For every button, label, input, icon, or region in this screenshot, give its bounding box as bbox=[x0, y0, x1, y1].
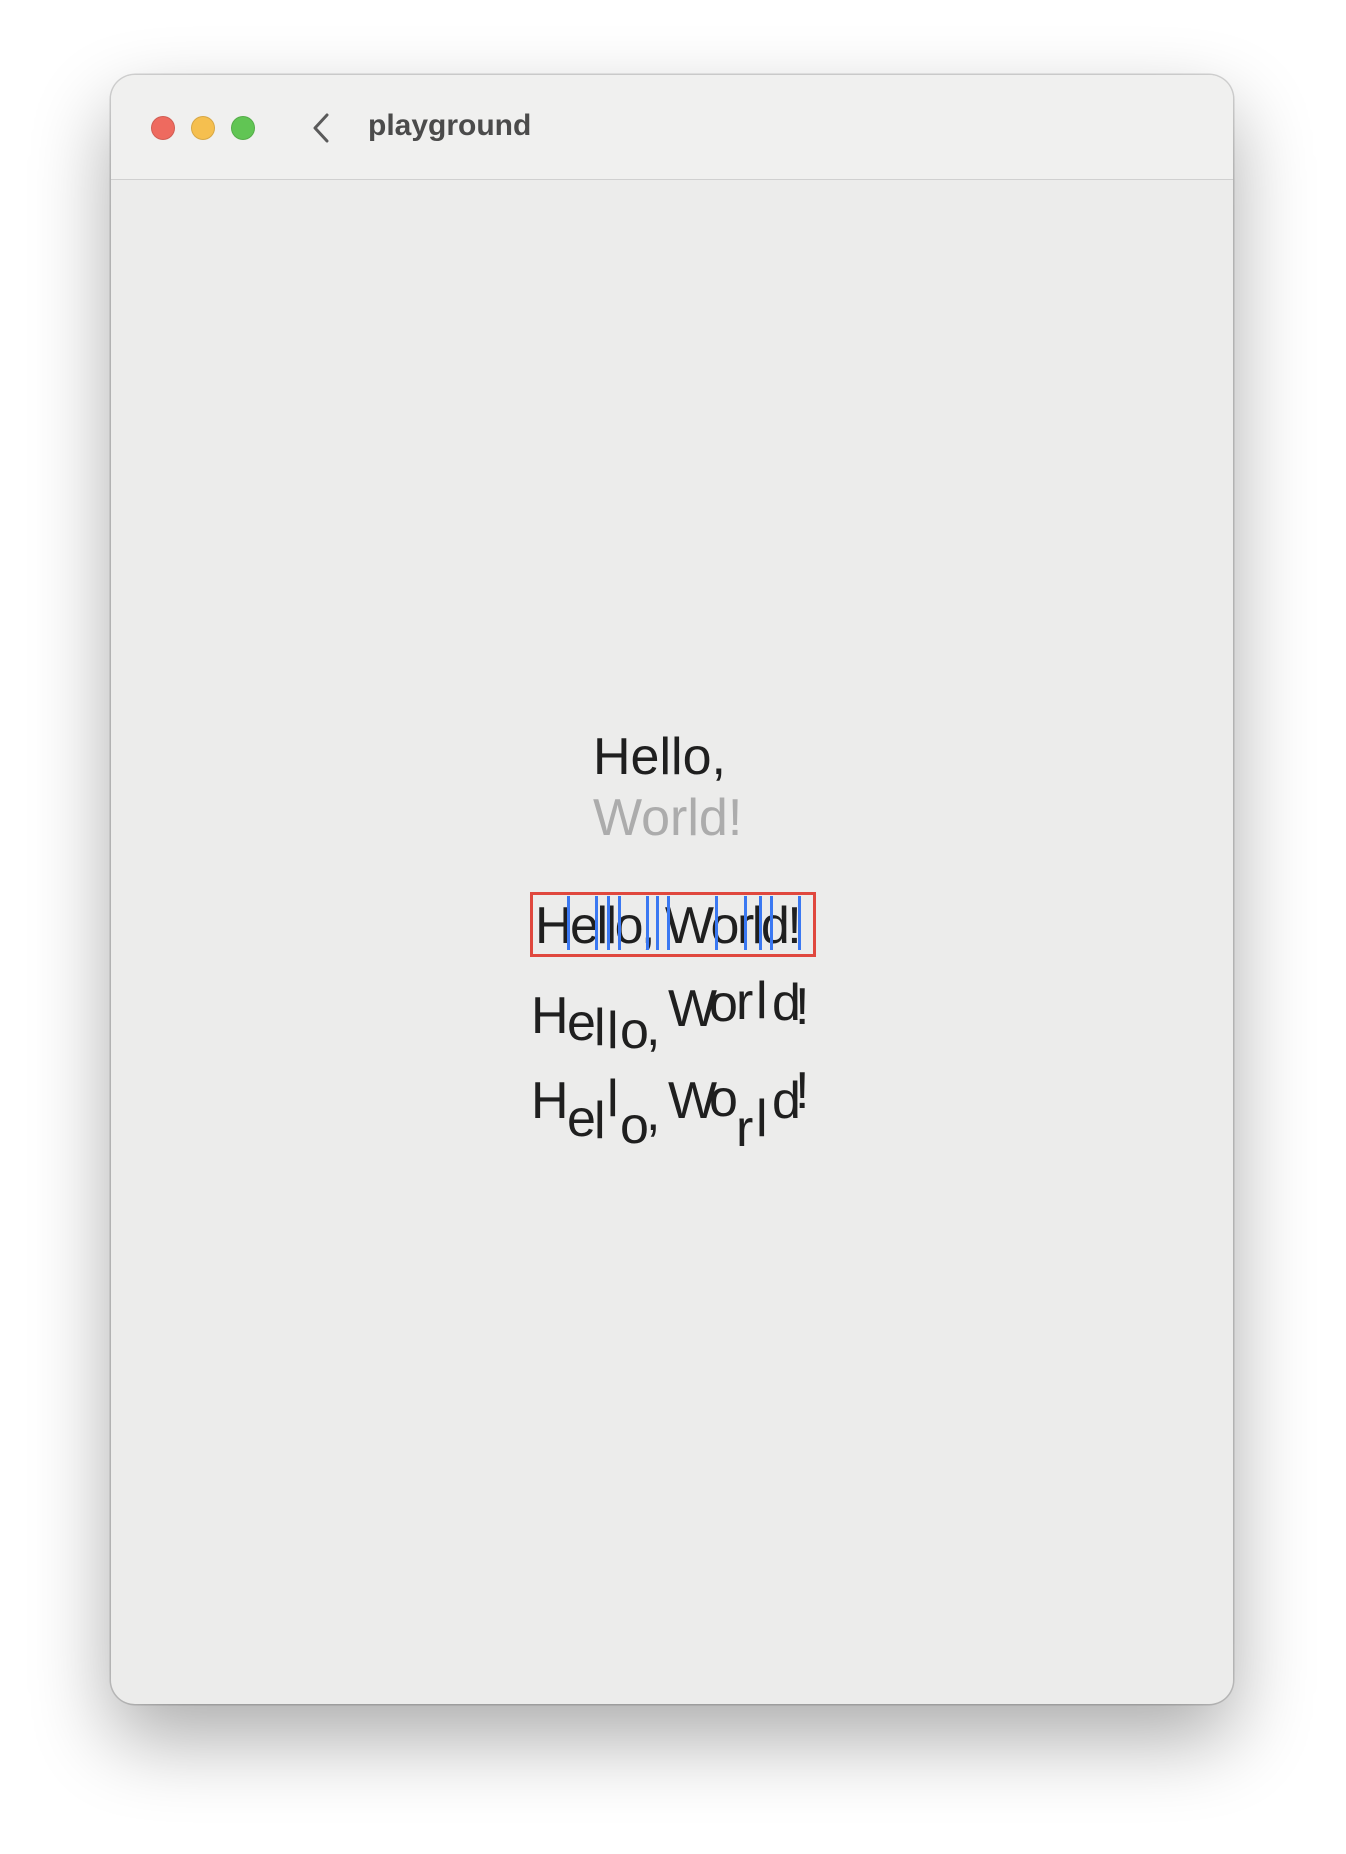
glyph: l bbox=[607, 1002, 619, 1060]
glyph: e bbox=[567, 994, 596, 1052]
glyph: ! bbox=[795, 1062, 810, 1120]
glyph: , bbox=[646, 999, 661, 1057]
glyph-marker bbox=[798, 896, 801, 950]
selection-box bbox=[530, 892, 816, 957]
glyph-marker bbox=[667, 896, 670, 950]
glyph-marker bbox=[656, 896, 659, 950]
glyph-marker bbox=[715, 896, 718, 950]
boxed-text-container: Hello, World! bbox=[530, 892, 816, 957]
zoom-button[interactable] bbox=[231, 116, 255, 140]
baseline-shifted-text: He l l o, Wo r l d! bbox=[531, 975, 831, 1065]
glyph: l bbox=[594, 999, 606, 1057]
world-text-muted: World! bbox=[593, 789, 743, 847]
glyph: l bbox=[756, 972, 768, 1030]
wavy-text: He l l o, Wo r l d! bbox=[531, 1065, 831, 1165]
glyph: r bbox=[736, 973, 754, 1031]
glyph-marker bbox=[770, 896, 773, 950]
glyph-marker bbox=[618, 896, 621, 950]
glyph-marker bbox=[567, 896, 570, 950]
hello-text: Hello, bbox=[593, 728, 726, 786]
glyph: H bbox=[531, 1072, 569, 1130]
glyph-marker bbox=[744, 896, 747, 950]
glyph: o bbox=[620, 1002, 649, 1060]
close-button[interactable] bbox=[151, 116, 175, 140]
glyph: l bbox=[607, 1070, 619, 1128]
glyph: l bbox=[756, 1090, 768, 1148]
window-title: playground bbox=[368, 109, 532, 142]
glyph-marker bbox=[595, 896, 598, 950]
glyph: o bbox=[620, 1097, 649, 1155]
glyph: o bbox=[709, 975, 738, 1033]
chevron-left-icon[interactable] bbox=[307, 111, 335, 145]
glyph: o bbox=[709, 1070, 738, 1128]
app-window: playground Hello, World! Hello, World! H… bbox=[111, 75, 1233, 1704]
glyph: e bbox=[567, 1090, 596, 1148]
glyph-marker bbox=[607, 896, 610, 950]
glyph: r bbox=[736, 1100, 754, 1158]
minimize-button[interactable] bbox=[191, 116, 215, 140]
glyph: l bbox=[594, 1092, 606, 1150]
glyph: ! bbox=[795, 978, 810, 1036]
glyph-marker bbox=[646, 896, 649, 950]
titlebar: playground bbox=[111, 75, 1233, 180]
glyph: H bbox=[531, 987, 569, 1045]
glyph-marker bbox=[759, 896, 762, 950]
glyph: , bbox=[646, 1084, 661, 1142]
